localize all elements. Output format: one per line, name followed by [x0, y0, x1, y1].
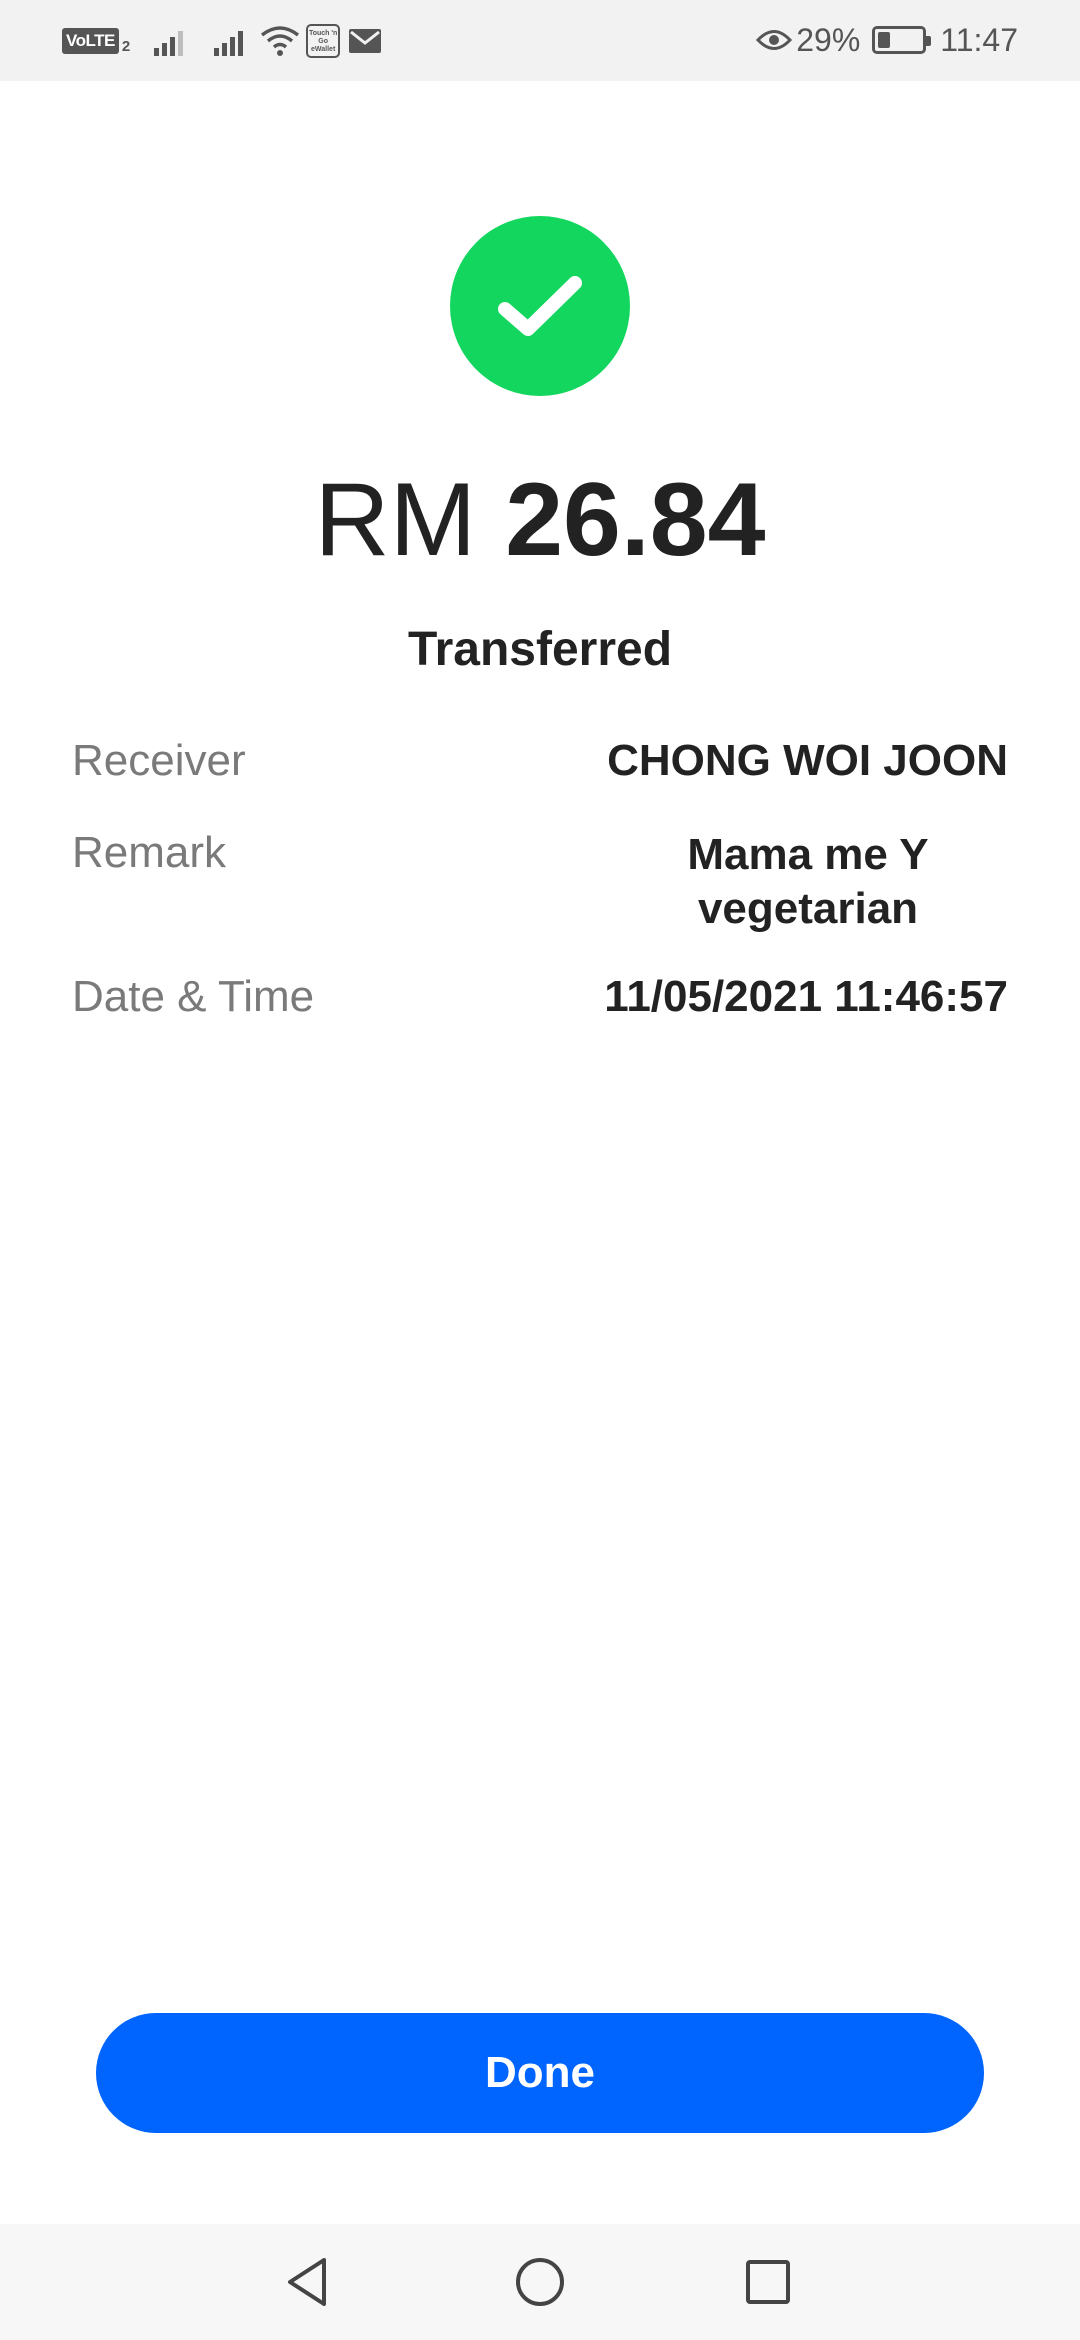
signal-icon: [214, 26, 246, 56]
receiver-row: Receiver CHONG WOI JOON: [72, 736, 1008, 786]
wifi-icon: [261, 26, 300, 56]
clock: 11:47: [940, 21, 1018, 58]
navigation-bar: [0, 2224, 1080, 2340]
status-icons-right: 29% 11:47: [756, 20, 1018, 60]
battery-icon: [872, 26, 932, 54]
remark-value: Mama me Y vegetarian: [687, 830, 929, 933]
transfer-status: Transferred: [407, 623, 673, 676]
tng-icon: Touch 'n Go eWallet: [306, 24, 341, 58]
eye-icon: [756, 30, 793, 50]
receiver-value: CHONG WOI JOON: [607, 736, 1008, 785]
currency-label: RM: [314, 462, 477, 578]
battery-percent: 29%: [796, 21, 861, 58]
signal-icon: [154, 26, 186, 56]
sim-slot-label: 2: [121, 37, 131, 55]
volte-label: VoLTE: [62, 28, 119, 54]
volte-icon: VoLTE 2: [62, 28, 130, 55]
transfer-amount: RM 26.84: [0, 455, 1080, 585]
status-icons-left: VoLTE 2 Touch 'n Go eWallet: [62, 22, 382, 60]
datetime-label: Date & Time: [72, 972, 315, 1021]
back-icon[interactable]: [280, 2254, 336, 2310]
tng-icon-label: Touch 'n Go eWallet: [308, 30, 338, 53]
receiver-label: Receiver: [72, 736, 246, 785]
home-icon[interactable]: [512, 2254, 568, 2310]
battery-fill: [878, 32, 891, 48]
mail-icon: [349, 29, 382, 53]
done-button[interactable]: Done: [96, 2013, 984, 2133]
remark-row: Remark Mama me Y vegetarian: [72, 828, 1008, 936]
status-bar: VoLTE 2 Touch 'n Go eWallet 29% 11:47: [0, 0, 1080, 81]
check-icon: [450, 216, 630, 396]
remark-label: Remark: [72, 828, 227, 877]
amount-value: 26.84: [505, 462, 766, 578]
datetime-value: 11/05/2021 11:46:57: [604, 972, 1008, 1021]
checkmark-glyph: [498, 276, 582, 336]
datetime-row: Date & Time 11/05/2021 11:46:57: [72, 972, 1008, 1022]
recent-apps-icon[interactable]: [740, 2254, 796, 2310]
